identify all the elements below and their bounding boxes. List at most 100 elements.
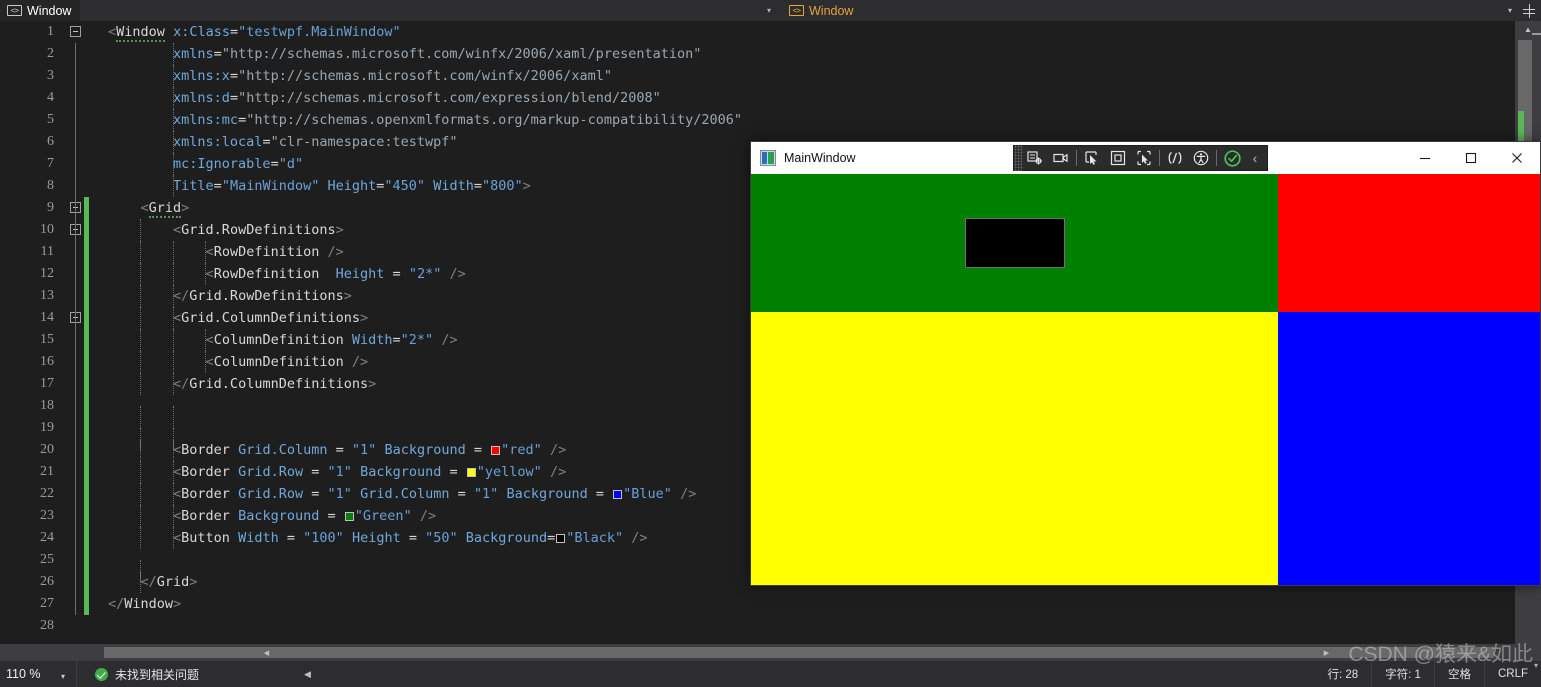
main-window-title-bar[interactable]: MainWindow ‹ xyxy=(751,142,1540,174)
accessibility-icon[interactable] xyxy=(1188,146,1214,170)
code-line[interactable]: 2 xmlns="http://schemas.microsoft.com/wi… xyxy=(0,43,1515,65)
outlining-gutter[interactable] xyxy=(62,285,98,307)
outlining-gutter[interactable] xyxy=(62,615,98,637)
line-number: 26 xyxy=(40,574,54,589)
maximize-button[interactable] xyxy=(1448,142,1494,174)
outlining-gutter[interactable] xyxy=(62,505,98,527)
outlining-gutter[interactable] xyxy=(62,549,98,571)
right-pane-tab-dropdown[interactable]: ▾ xyxy=(1501,6,1519,15)
tab-window-left[interactable]: <> Window xyxy=(0,0,81,21)
code-text: </Window> xyxy=(108,596,182,612)
outlining-gutter[interactable] xyxy=(62,87,98,109)
outlining-vertical-line xyxy=(75,87,76,109)
outlining-vertical-line xyxy=(75,241,76,263)
outlining-vertical-line xyxy=(75,131,76,153)
outlining-vertical-line xyxy=(75,43,76,65)
outlining-gutter[interactable] xyxy=(62,527,98,549)
outlining-gutter[interactable] xyxy=(62,175,98,197)
code-line[interactable]: 4 xmlns:d="http://schemas.microsoft.com/… xyxy=(0,87,1515,109)
minimize-button[interactable] xyxy=(1402,142,1448,174)
line-ending-indicator[interactable]: CRLF xyxy=(1483,661,1541,687)
scroll-up-icon[interactable]: ▲ xyxy=(1515,21,1541,38)
outlining-gutter[interactable] xyxy=(62,329,98,351)
outlining-gutter[interactable] xyxy=(62,65,98,87)
track-focused-element-icon[interactable] xyxy=(1131,146,1157,170)
outlining-vertical-line xyxy=(75,307,76,329)
outlining-gutter[interactable] xyxy=(62,21,98,43)
toolbar-separator xyxy=(1076,150,1077,166)
outlining-gutter[interactable] xyxy=(62,131,98,153)
indent-guide xyxy=(140,329,142,351)
outlining-gutter[interactable] xyxy=(62,395,98,417)
main-window-grid xyxy=(751,174,1540,585)
outlining-vertical-line xyxy=(75,417,76,439)
outlining-gutter[interactable] xyxy=(62,439,98,461)
xaml-hot-reload-icon[interactable] xyxy=(1162,146,1188,170)
close-button[interactable] xyxy=(1494,142,1540,174)
outlining-gutter[interactable] xyxy=(62,153,98,175)
code-line[interactable]: 3 xmlns:x="http://schemas.microsoft.com/… xyxy=(0,65,1515,87)
xaml-live-visual-tree-toolbar[interactable]: ‹ xyxy=(1013,145,1268,171)
hot-reload-status-icon[interactable] xyxy=(1219,146,1245,170)
yellow-border xyxy=(751,311,1279,585)
editor-tab-strip: <> Window ▾ <> Window ▾ xyxy=(0,0,1541,21)
indent-guide xyxy=(205,329,207,351)
outlining-gutter[interactable] xyxy=(62,417,98,439)
line-number: 7 xyxy=(47,156,54,171)
wpf-main-window[interactable]: MainWindow ‹ xyxy=(750,141,1541,586)
indent-guide xyxy=(172,109,174,131)
outlining-gutter[interactable] xyxy=(62,263,98,285)
right-editor-pane-tabs: <> Window ▾ xyxy=(782,0,1541,21)
outlining-gutter[interactable] xyxy=(62,43,98,65)
drag-grip[interactable] xyxy=(1014,145,1022,171)
outlining-gutter[interactable] xyxy=(62,197,98,219)
outlining-vertical-line xyxy=(75,197,76,219)
outlining-gutter[interactable] xyxy=(62,373,98,395)
indent-guide xyxy=(172,43,174,65)
outlining-vertical-line xyxy=(75,505,76,527)
split-window-icon[interactable] xyxy=(1521,3,1537,19)
outlining-gutter[interactable] xyxy=(62,483,98,505)
scroll-left-icon[interactable]: ◀ xyxy=(258,644,275,661)
caret-column-indicator[interactable]: 字符: 1 xyxy=(1371,661,1434,687)
tab-window-right[interactable]: <> Window xyxy=(782,0,863,21)
indent-guide xyxy=(140,263,142,285)
editor-horizontal-scrollbar[interactable]: ◀ ▶ xyxy=(0,644,1515,661)
outlining-gutter[interactable] xyxy=(62,219,98,241)
horizontal-scroll-thumb[interactable] xyxy=(104,647,1494,658)
line-number: 4 xyxy=(47,90,54,105)
outlining-gutter[interactable] xyxy=(62,351,98,373)
outlining-gutter[interactable] xyxy=(62,241,98,263)
live-visual-tree-camera-icon[interactable] xyxy=(1048,146,1074,170)
caret-line-indicator[interactable]: 行: 28 xyxy=(1314,661,1371,687)
zoom-level-selector[interactable]: 110 % ▾ xyxy=(0,661,76,687)
outlining-gutter[interactable] xyxy=(62,461,98,483)
indent-mode-indicator[interactable]: 空格 xyxy=(1433,661,1484,687)
outlining-gutter[interactable] xyxy=(62,109,98,131)
outlining-vertical-line xyxy=(75,175,76,197)
code-line[interactable]: 27 </Window> xyxy=(0,593,1515,615)
collapse-toolbar-chevron-icon[interactable]: ‹ xyxy=(1245,146,1265,170)
outlining-gutter[interactable] xyxy=(62,593,98,615)
code-line[interactable]: 5 xmlns:mc="http://schemas.openxmlformat… xyxy=(0,109,1515,131)
outlining-vertical-line xyxy=(75,461,76,483)
indent-guide xyxy=(172,351,174,373)
code-line[interactable]: 1 <Window x:Class="testwpf.MainWindow" xyxy=(0,21,1515,43)
code-line[interactable]: 28 xyxy=(0,615,1515,637)
collapse-panel-icon[interactable]: ◀ xyxy=(304,669,311,680)
scroll-right-icon[interactable]: ▶ xyxy=(1318,644,1335,661)
indent-guide xyxy=(140,505,142,527)
line-number: 22 xyxy=(40,486,54,501)
enable-selection-icon[interactable] xyxy=(1079,146,1105,170)
line-number: 12 xyxy=(40,266,54,281)
outlining-gutter[interactable] xyxy=(62,571,98,593)
go-to-live-visual-tree-icon[interactable] xyxy=(1022,146,1048,170)
issue-status[interactable]: 未找到相关问题 ◀ xyxy=(77,666,311,683)
left-pane-tab-dropdown[interactable]: ▾ xyxy=(760,0,778,21)
black-button[interactable] xyxy=(964,217,1065,268)
collapse-outline-icon[interactable] xyxy=(70,26,81,37)
outlining-gutter[interactable] xyxy=(62,307,98,329)
chevron-down-icon[interactable]: ▾ xyxy=(61,672,65,681)
display-layout-adorner-icon[interactable] xyxy=(1105,146,1131,170)
indent-guide xyxy=(172,483,174,505)
